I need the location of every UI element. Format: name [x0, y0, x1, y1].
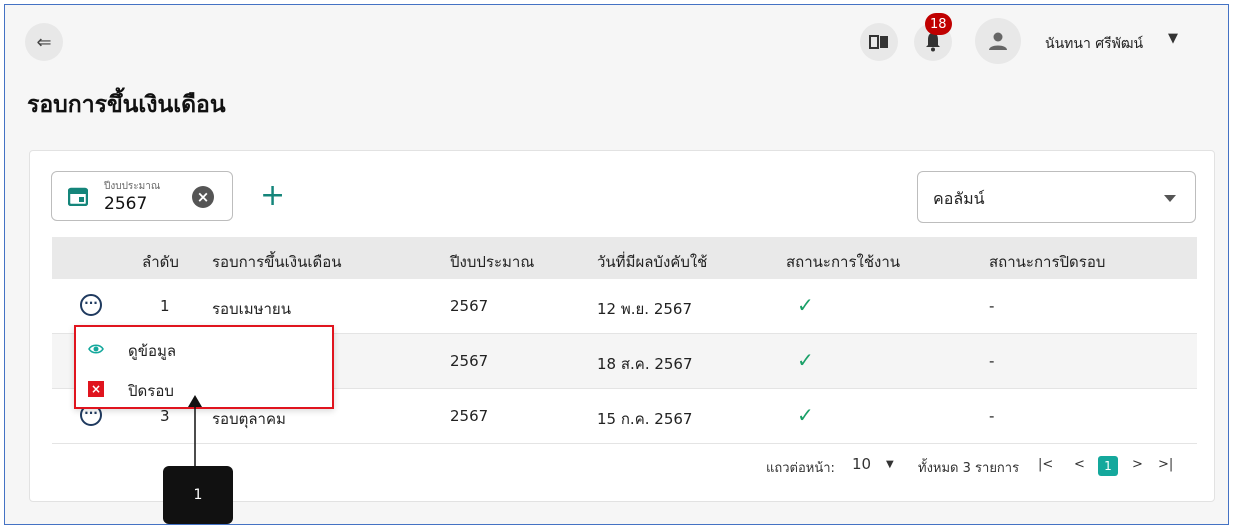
fiscal-year-value: 2567	[104, 194, 148, 214]
check-icon: ✓	[797, 403, 814, 427]
row-round-name: รอบเมษายน	[212, 300, 291, 318]
prev-page-icon[interactable]: <	[1074, 457, 1085, 472]
rows-per-page-label: แถวต่อหน้า:	[766, 461, 835, 476]
menu-item-close-round[interactable]: × ปิดรอบ	[76, 369, 332, 409]
menu-item-label: ปิดรอบ	[128, 382, 174, 400]
column-select[interactable]: คอลัมน์	[917, 171, 1196, 223]
row-year: 2567	[450, 407, 489, 425]
more-options-icon[interactable]: ···	[80, 294, 102, 316]
check-icon: ✓	[797, 348, 814, 372]
row-close-status: -	[989, 297, 995, 315]
header-effective-date[interactable]: วันที่มีผลบังคับใช้	[597, 250, 707, 274]
row-year: 2567	[450, 352, 489, 370]
row-date: 18 ส.ค. 2567	[597, 355, 693, 373]
avatar[interactable]	[975, 18, 1021, 64]
page-title: รอบการขึ้นเงินเดือน	[27, 92, 226, 118]
row-index: 3	[160, 407, 170, 425]
collapse-icon: ⇐	[36, 31, 52, 53]
table-header: ลำดับ รอบการขึ้นเงินเดือน ปีงบประมาณ วัน…	[52, 237, 1197, 279]
row-index: 1	[160, 297, 170, 315]
total-records: ทั้งหมด 3 รายการ	[918, 461, 1020, 476]
book-icon	[869, 35, 888, 49]
row-action-menu: ดูข้อมูล × ปิดรอบ	[74, 325, 334, 409]
check-icon: ✓	[797, 293, 814, 317]
user-name[interactable]: นันทนา ศรีพัฒน์	[1045, 33, 1143, 55]
rows-per-page-select[interactable]: 10	[852, 455, 871, 473]
header-index[interactable]: ลำดับ	[142, 250, 179, 274]
user-icon	[989, 32, 1007, 50]
chevron-down-icon[interactable]: ▼	[1168, 31, 1178, 46]
notification-badge: 18	[925, 13, 952, 35]
collapse-sidebar-button[interactable]: ⇐	[25, 23, 63, 61]
close-icon: ×	[88, 381, 104, 397]
row-date: 12 พ.ย. 2567	[597, 300, 693, 318]
add-button[interactable]: +	[260, 181, 285, 211]
clear-icon[interactable]: ×	[192, 186, 214, 208]
fiscal-year-label: ปีงบประมาณ	[104, 181, 161, 192]
row-close-status: -	[989, 407, 995, 425]
page-number[interactable]: 1	[1098, 456, 1118, 476]
calendar-icon	[68, 187, 88, 206]
chevron-down-icon[interactable]: ▼	[886, 459, 894, 470]
column-select-label: คอลัมน์	[933, 189, 985, 208]
last-page-icon[interactable]: >|	[1158, 457, 1173, 472]
fiscal-year-filter[interactable]: ปีงบประมาณ 2567 ×	[51, 171, 233, 221]
header-year[interactable]: ปีงบประมาณ	[450, 250, 534, 274]
first-page-icon[interactable]: |<	[1038, 457, 1053, 472]
chevron-down-icon	[1164, 195, 1176, 202]
next-page-icon[interactable]: >	[1132, 457, 1143, 472]
row-year: 2567	[450, 297, 489, 315]
manual-button[interactable]	[860, 23, 898, 61]
callout-number: 1	[163, 466, 233, 524]
header-close-status[interactable]: สถานะการปิดรอบ	[989, 250, 1105, 274]
header-round[interactable]: รอบการขึ้นเงินเดือน	[212, 250, 342, 274]
top-bar: ⇐ 18 นันทนา ศรีพัฒน์ ▼	[5, 5, 1228, 77]
eye-icon	[88, 344, 104, 354]
row-date: 15 ก.ค. 2567	[597, 410, 693, 428]
app-frame: ⇐ 18 นันทนา ศรีพัฒน์ ▼ รอบการขึ้นเงินเดื…	[4, 4, 1229, 525]
bell-icon	[926, 33, 940, 52]
row-round-name: รอบตุลาคม	[212, 410, 286, 428]
menu-item-label: ดูข้อมูล	[128, 342, 177, 360]
header-usage-status[interactable]: สถานะการใช้งาน	[786, 250, 900, 274]
row-close-status: -	[989, 352, 995, 370]
menu-item-view[interactable]: ดูข้อมูล	[76, 329, 332, 369]
callout-arrow	[188, 395, 202, 467]
